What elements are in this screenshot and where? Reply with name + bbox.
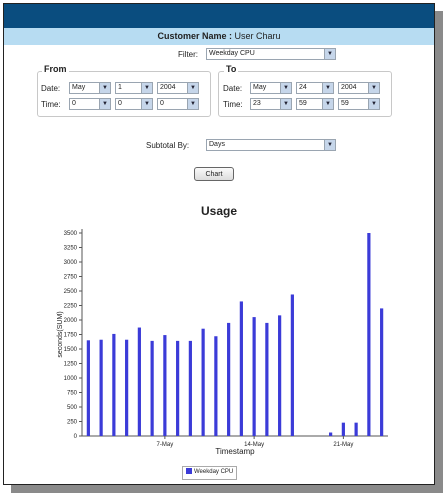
x-tick-label: 21-May	[333, 442, 353, 448]
bar	[188, 340, 192, 436]
y-tick-label: 500	[67, 405, 78, 411]
bar	[367, 233, 371, 436]
bar	[214, 336, 218, 436]
chart-legend: Weekday CPU	[182, 466, 238, 480]
x-tick-label: 7-May	[157, 442, 174, 448]
y-tick-label: 2000	[64, 318, 78, 324]
bar	[201, 328, 205, 436]
bar	[239, 301, 243, 436]
bar	[86, 340, 90, 436]
y-tick-label: 3000	[64, 260, 78, 266]
bar	[176, 340, 180, 436]
bar	[265, 322, 269, 436]
y-axis-label: seconds(SUM)	[57, 311, 64, 357]
bar	[278, 315, 282, 436]
bar	[380, 308, 384, 436]
bar	[341, 422, 345, 436]
y-tick-label: 1500	[64, 347, 78, 353]
y-tick-label: 0	[74, 434, 78, 440]
bar	[125, 339, 129, 436]
y-tick-label: 1250	[64, 362, 78, 368]
y-tick-label: 2500	[64, 289, 78, 295]
app-window: Customer Name : User Charu Filter: Weekd…	[3, 3, 435, 485]
bar	[329, 432, 333, 436]
bar	[150, 340, 154, 436]
y-tick-label: 750	[67, 391, 78, 397]
bar	[137, 327, 141, 436]
y-tick-label: 2750	[64, 275, 78, 281]
x-axis-label: Timestamp	[215, 447, 255, 456]
bar	[354, 422, 358, 436]
bar	[163, 335, 167, 436]
y-tick-label: 2250	[64, 304, 78, 310]
bar	[227, 322, 231, 436]
legend-label: Weekday CPU	[194, 469, 234, 475]
y-tick-label: 3250	[64, 246, 78, 252]
bar	[99, 339, 103, 436]
usage-chart: 0 250 500 750 1000 1250 1500 1750 2000 2250 2500 27…	[57, 229, 388, 456]
y-tick-label: 1000	[64, 376, 78, 382]
bar	[112, 333, 116, 436]
bar	[290, 294, 294, 436]
y-tick-label: 1750	[64, 333, 78, 339]
legend-swatch	[186, 468, 192, 475]
y-tick-label: 3500	[64, 231, 78, 237]
y-tick-label: 250	[67, 420, 78, 426]
bar	[252, 317, 256, 436]
